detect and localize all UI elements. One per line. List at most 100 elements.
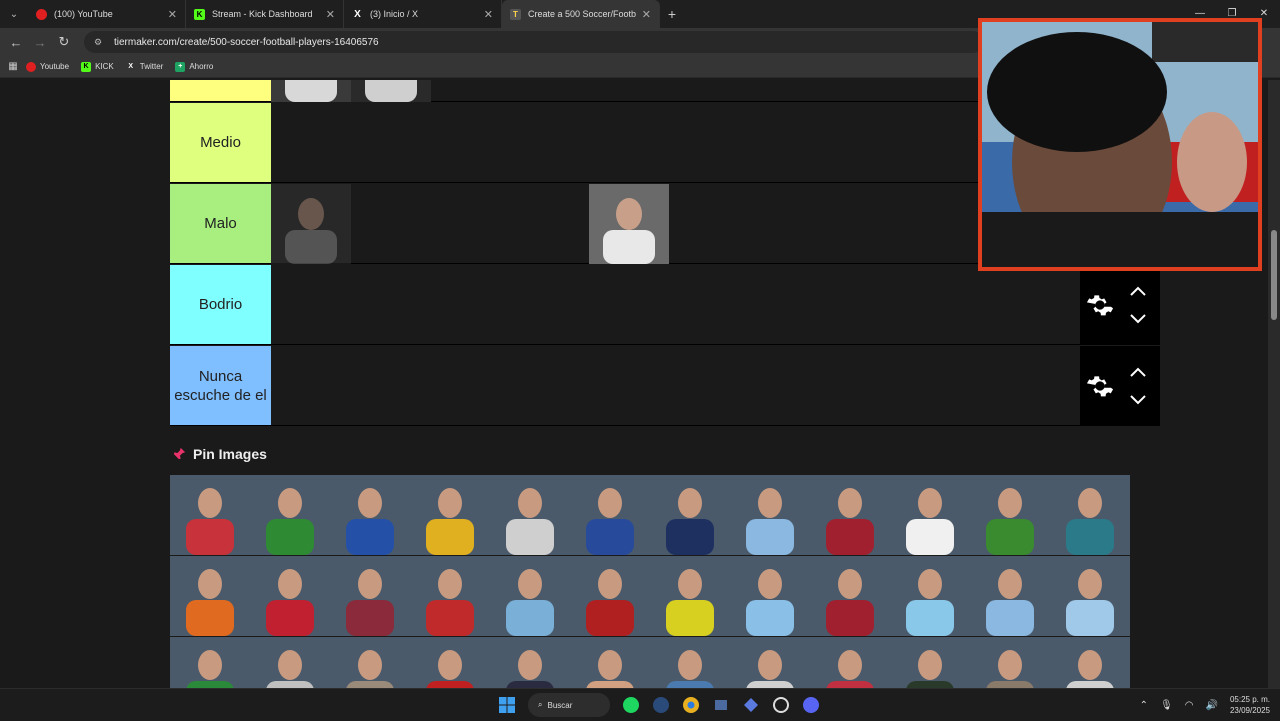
- vpn-app-icon[interactable]: [738, 692, 764, 718]
- chrome-icon[interactable]: [678, 692, 704, 718]
- player-image[interactable]: [650, 475, 730, 555]
- tiermaker-icon: T: [510, 8, 521, 20]
- player-image[interactable]: [810, 637, 890, 688]
- tier-row-nunca: Nunca escuche de el: [170, 346, 1160, 426]
- player-image[interactable]: [570, 475, 650, 555]
- volume-icon[interactable]: 🔊: [1206, 700, 1218, 711]
- player-image[interactable]: [890, 475, 970, 555]
- obs-icon[interactable]: [768, 692, 794, 718]
- back-arrow-icon[interactable]: ←: [4, 35, 28, 50]
- taskbar-search[interactable]: ⌕ Buscar: [528, 693, 610, 717]
- player-image[interactable]: [170, 475, 250, 555]
- player-image[interactable]: [490, 556, 570, 636]
- player-image[interactable]: [351, 80, 431, 102]
- discord-icon[interactable]: [798, 692, 824, 718]
- close-tab-icon[interactable]: ✕: [642, 8, 651, 21]
- tier-drop-zone[interactable]: [271, 80, 1080, 102]
- bookmark-item[interactable]: X Twitter: [126, 62, 163, 72]
- system-clock[interactable]: 05:25 p. m. 23/09/2025: [1230, 694, 1270, 716]
- tier-label[interactable]: Medio: [170, 103, 271, 182]
- player-image[interactable]: [170, 637, 250, 688]
- tier-drop-zone[interactable]: [271, 346, 1080, 425]
- audio-app-icon[interactable]: [708, 692, 734, 718]
- close-tab-icon[interactable]: ✕: [326, 8, 335, 21]
- player-image[interactable]: [730, 637, 810, 688]
- tier-drop-zone[interactable]: [271, 184, 1080, 264]
- site-settings-icon[interactable]: ⚙: [94, 37, 106, 47]
- browser-tab[interactable]: (100) YouTube ✕: [28, 0, 186, 28]
- tier-drop-zone[interactable]: [271, 103, 1080, 182]
- player-image[interactable]: [410, 475, 490, 555]
- bookmark-item[interactable]: + Ahorro: [175, 61, 213, 72]
- player-image[interactable]: [890, 637, 970, 688]
- player-image[interactable]: [970, 637, 1050, 688]
- tier-label[interactable]: [170, 80, 271, 101]
- player-image[interactable]: [890, 556, 970, 636]
- gear-icon[interactable]: [1086, 372, 1114, 400]
- tier-label[interactable]: Malo: [170, 184, 271, 263]
- windows-start-icon[interactable]: [494, 692, 520, 718]
- player-image[interactable]: [810, 556, 890, 636]
- player-image[interactable]: [490, 637, 570, 688]
- page-scrollbar[interactable]: [1268, 80, 1280, 688]
- microphone-icon[interactable]: 🎙: [1160, 700, 1173, 711]
- move-up-chevron-icon[interactable]: [1128, 285, 1148, 297]
- new-tab-button[interactable]: +: [660, 6, 684, 22]
- player-image[interactable]: [330, 556, 410, 636]
- kick-icon: K: [194, 8, 205, 20]
- apps-grid-icon[interactable]: ▦: [0, 61, 26, 72]
- player-image[interactable]: [570, 556, 650, 636]
- player-image[interactable]: [1050, 556, 1130, 636]
- close-tab-icon[interactable]: ✕: [484, 8, 493, 21]
- reload-icon[interactable]: ↻: [52, 34, 76, 50]
- bookmark-item[interactable]: Youtube: [26, 61, 70, 72]
- move-down-chevron-icon[interactable]: [1128, 394, 1148, 406]
- tier-drop-zone[interactable]: [271, 265, 1080, 344]
- tier-controls: [1080, 346, 1160, 425]
- player-image[interactable]: [730, 475, 810, 555]
- player-image[interactable]: [250, 475, 330, 555]
- player-image[interactable]: [330, 637, 410, 688]
- tray-chevron-icon[interactable]: ⌃: [1140, 700, 1148, 711]
- player-image[interactable]: [810, 475, 890, 555]
- player-image[interactable]: [271, 184, 351, 264]
- player-image[interactable]: [490, 475, 570, 555]
- player-image[interactable]: [970, 556, 1050, 636]
- player-image[interactable]: [570, 637, 650, 688]
- webcam-overlay: [978, 18, 1262, 271]
- url-input[interactable]: ⚙ tiermaker.com/create/500-soccer-footba…: [84, 31, 984, 53]
- player-image[interactable]: [250, 556, 330, 636]
- wifi-icon[interactable]: ◠: [1185, 700, 1194, 711]
- player-image[interactable]: [330, 475, 410, 555]
- bookmark-label: Youtube: [40, 62, 70, 71]
- steam-icon[interactable]: [648, 692, 674, 718]
- close-tab-icon[interactable]: ✕: [168, 8, 177, 21]
- tier-label[interactable]: Nunca escuche de el: [170, 346, 271, 425]
- player-image[interactable]: [170, 556, 250, 636]
- taskbar-search-label: Buscar: [547, 700, 573, 710]
- browser-tab[interactable]: T Create a 500 Soccer/Football Pl ✕: [502, 0, 660, 28]
- player-image[interactable]: [650, 556, 730, 636]
- player-image[interactable]: [650, 637, 730, 688]
- move-up-chevron-icon[interactable]: [1128, 366, 1148, 378]
- player-image[interactable]: [271, 80, 351, 102]
- player-image[interactable]: [730, 556, 810, 636]
- windows-taskbar: ⌕ Buscar ⌃ 🎙 ◠ 🔊 05:25 p. m. 23/09/2025: [0, 688, 1280, 720]
- player-image[interactable]: [1050, 475, 1130, 555]
- player-image[interactable]: [970, 475, 1050, 555]
- tier-label[interactable]: Bodrio: [170, 265, 271, 344]
- forward-arrow-icon[interactable]: →: [28, 35, 52, 50]
- player-image[interactable]: [589, 184, 669, 264]
- browser-tab[interactable]: K Stream - Kick Dashboard ✕: [186, 0, 344, 28]
- bookmark-item[interactable]: K KICK: [81, 61, 114, 72]
- gear-icon[interactable]: [1086, 291, 1114, 319]
- move-down-chevron-icon[interactable]: [1128, 313, 1148, 325]
- spotify-icon[interactable]: [618, 692, 644, 718]
- browser-tab[interactable]: X (3) Inicio / X ✕: [344, 0, 502, 28]
- player-image[interactable]: [410, 556, 490, 636]
- tab-search-chevron-icon[interactable]: ⌄: [0, 0, 28, 28]
- scrollbar-thumb[interactable]: [1271, 230, 1277, 320]
- player-image[interactable]: [250, 637, 330, 688]
- player-image[interactable]: [1050, 637, 1130, 688]
- player-image[interactable]: [410, 637, 490, 688]
